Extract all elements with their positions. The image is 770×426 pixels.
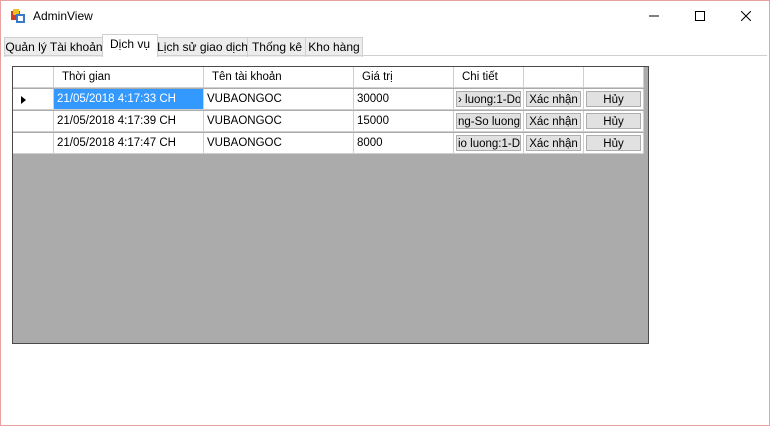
window-title: AdminView	[33, 9, 93, 23]
cancel-button[interactable]: Hủy	[586, 113, 641, 129]
confirm-button[interactable]: Xác nhận	[526, 91, 581, 107]
cancel-button[interactable]: Hủy	[586, 91, 641, 107]
account-cell[interactable]: VUBAONGOC	[204, 133, 354, 154]
value-cell[interactable]: 30000	[354, 89, 454, 110]
confirm-cell: Xác nhận	[524, 111, 584, 132]
detail-cell: ng-So luong:	[454, 111, 524, 132]
cancel-cell: Hủy	[584, 133, 644, 154]
close-icon	[741, 11, 751, 21]
confirm-button[interactable]: Xác nhận	[526, 135, 581, 151]
column-header-cancel[interactable]	[584, 67, 644, 88]
row-header[interactable]	[13, 89, 54, 110]
time-cell[interactable]: 21/05/2018 4:17:47 CH	[54, 133, 204, 154]
current-row-arrow-icon	[21, 96, 26, 104]
detail-button[interactable]: › luong:1-Doi	[456, 91, 521, 107]
minimize-icon	[649, 15, 659, 17]
cancel-cell: Hủy	[584, 89, 644, 110]
column-header-detail[interactable]: Chi tiết	[454, 67, 524, 88]
services-data-grid[interactable]: Thời gian Tên tài khoản Giá trị Chi tiết…	[12, 66, 649, 344]
confirm-cell: Xác nhận	[524, 133, 584, 154]
cancel-button[interactable]: Hủy	[586, 135, 641, 151]
column-header-confirm[interactable]	[524, 67, 584, 88]
column-header-account[interactable]: Tên tài khoản	[204, 67, 354, 88]
column-header-time[interactable]: Thời gian	[54, 67, 204, 88]
table-row[interactable]: 21/05/2018 4:17:47 CH VUBAONGOC 8000 io …	[13, 133, 644, 155]
table-row[interactable]: 21/05/2018 4:17:33 CH VUBAONGOC 30000 › …	[13, 89, 644, 111]
time-cell[interactable]: 21/05/2018 4:17:33 CH	[54, 89, 204, 110]
tab-lich-su-giao-dich[interactable]: Lịch sử giao dịch	[156, 37, 249, 57]
close-button[interactable]	[723, 1, 769, 31]
confirm-button[interactable]: Xác nhận	[526, 113, 581, 129]
admin-window: AdminView Quản lý Tài khoản Dịch vụ Lịch…	[0, 0, 770, 426]
tab-kho-hang[interactable]: Kho hàng	[305, 37, 363, 57]
tab-dich-vu[interactable]: Dịch vụ	[102, 34, 158, 57]
detail-button[interactable]: io luong:1-Dc	[456, 135, 521, 151]
row-header[interactable]	[13, 111, 54, 132]
app-icon	[11, 9, 25, 23]
tab-thong-ke[interactable]: Thống kê	[247, 37, 307, 57]
value-cell[interactable]: 8000	[354, 133, 454, 154]
row-header-corner[interactable]	[13, 67, 54, 88]
account-cell[interactable]: VUBAONGOC	[204, 111, 354, 132]
detail-cell: › luong:1-Doi	[454, 89, 524, 110]
time-cell[interactable]: 21/05/2018 4:17:39 CH	[54, 111, 204, 132]
grid-header-row: Thời gian Tên tài khoản Giá trị Chi tiết	[13, 67, 644, 89]
table-row[interactable]: 21/05/2018 4:17:39 CH VUBAONGOC 15000 ng…	[13, 111, 644, 133]
cancel-cell: Hủy	[584, 111, 644, 132]
detail-cell: io luong:1-Dc	[454, 133, 524, 154]
minimize-button[interactable]	[631, 1, 677, 31]
column-header-value[interactable]: Giá trị	[354, 67, 454, 88]
tab-quan-ly-tai-khoan[interactable]: Quản lý Tài khoản	[4, 37, 104, 57]
account-cell[interactable]: VUBAONGOC	[204, 89, 354, 110]
row-header[interactable]	[13, 133, 54, 154]
maximize-icon	[695, 11, 705, 21]
detail-button[interactable]: ng-So luong:	[456, 113, 521, 129]
value-cell[interactable]: 15000	[354, 111, 454, 132]
confirm-cell: Xác nhận	[524, 89, 584, 110]
maximize-button[interactable]	[677, 1, 723, 31]
title-bar[interactable]: AdminView	[1, 1, 769, 31]
